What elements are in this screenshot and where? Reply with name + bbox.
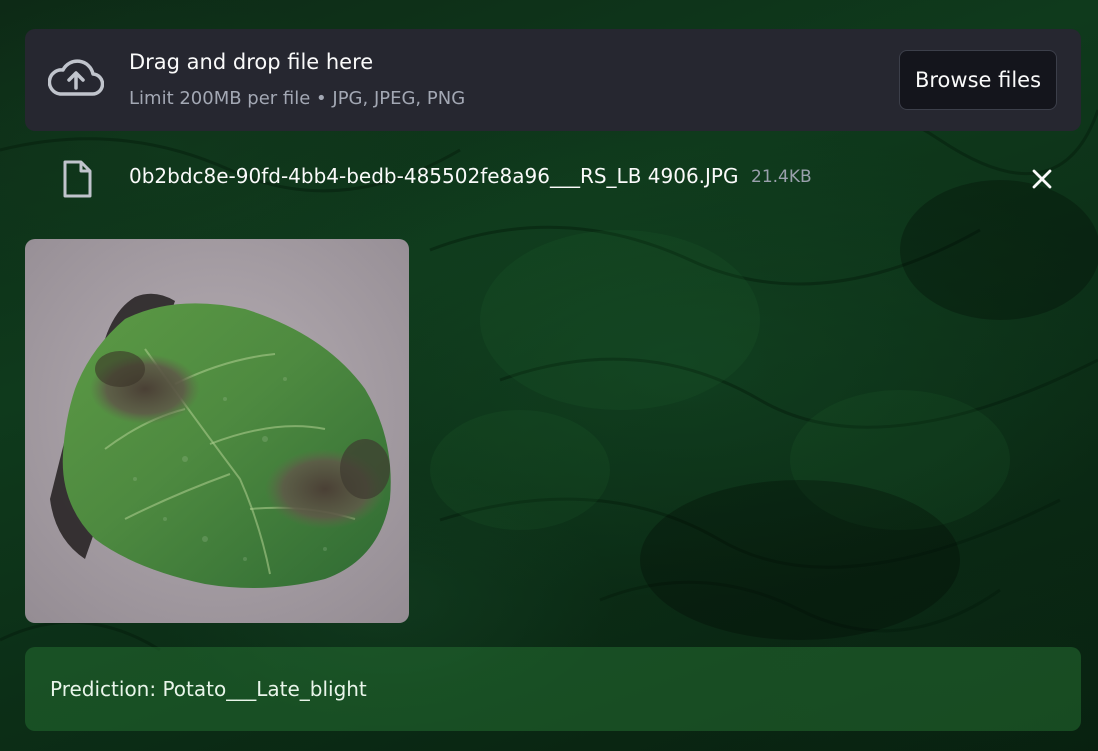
- file-icon: [63, 160, 92, 198]
- browse-files-button[interactable]: Browse files: [899, 50, 1057, 110]
- prediction-banner: Prediction: Potato___Late_blight: [25, 647, 1081, 731]
- uploaded-file-name: 0b2bdc8e-90fd-4bb4-bedb-485502fe8a96___R…: [129, 164, 739, 188]
- close-icon[interactable]: [1026, 163, 1058, 195]
- dropzone-subtitle: Limit 200MB per file • JPG, JPEG, PNG: [129, 88, 466, 109]
- cloud-upload-icon: [48, 59, 104, 96]
- uploaded-file-size: 21.4KB: [751, 167, 812, 187]
- dropzone-title: Drag and drop file here: [129, 50, 374, 74]
- uploaded-leaf-image: [25, 239, 409, 623]
- prediction-text: Prediction: Potato___Late_blight: [50, 677, 367, 701]
